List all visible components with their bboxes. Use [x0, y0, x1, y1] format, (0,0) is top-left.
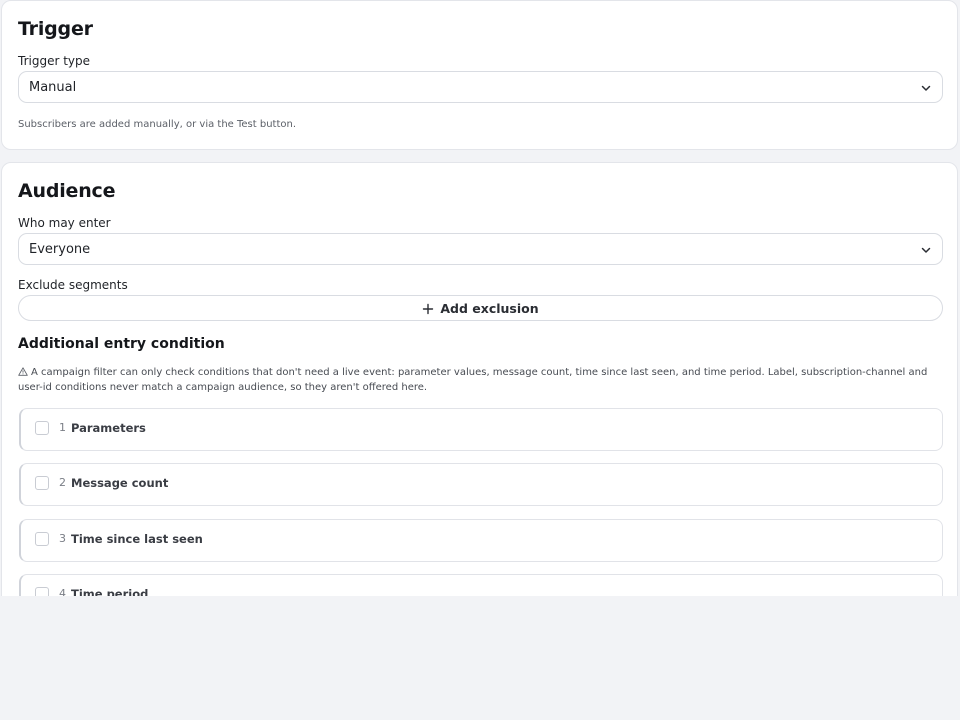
- condition-label: Message count: [71, 476, 169, 490]
- trigger-card: Trigger Trigger type Manual Subscribers …: [1, 0, 958, 150]
- audience-title: Audience: [18, 180, 116, 202]
- condition-checkbox[interactable]: [35, 476, 49, 490]
- condition-number: 4: [59, 587, 66, 596]
- audience-card: Audience Who may enter Everyone Exclude …: [1, 162, 958, 596]
- condition-checkbox[interactable]: [35, 587, 49, 596]
- condition-number: 1: [59, 421, 66, 434]
- condition-checkbox[interactable]: [35, 421, 49, 435]
- condition-row-parameters[interactable]: 1 Parameters: [19, 408, 943, 451]
- add-exclusion-label: Add exclusion: [440, 301, 539, 316]
- condition-label: Parameters: [71, 421, 146, 435]
- who-may-enter-value: Everyone: [29, 242, 91, 257]
- plus-icon: [423, 303, 434, 314]
- condition-row-time-period[interactable]: 4 Time period: [19, 574, 943, 596]
- condition-label: Time period: [71, 587, 149, 596]
- entry-condition-heading: Additional entry condition: [18, 336, 225, 352]
- who-may-enter-label: Who may enter: [18, 216, 111, 230]
- chevron-down-icon: [921, 247, 931, 253]
- who-may-enter-select[interactable]: Everyone: [18, 233, 943, 265]
- exclude-segments-label: Exclude segments: [18, 278, 128, 292]
- trigger-helper-text: Subscribers are added manually, or via t…: [18, 119, 297, 130]
- campaign-filter-warning: A campaign filter can only check conditi…: [18, 365, 943, 395]
- trigger-type-select[interactable]: Manual: [18, 71, 943, 103]
- chevron-down-icon: [921, 85, 931, 91]
- condition-checkbox[interactable]: [35, 532, 49, 546]
- trigger-type-value: Manual: [29, 80, 77, 95]
- condition-row-message-count[interactable]: 2 Message count: [19, 463, 943, 506]
- warning-triangle-icon: [18, 367, 28, 376]
- trigger-title: Trigger: [18, 18, 93, 40]
- add-exclusion-button[interactable]: Add exclusion: [18, 295, 943, 321]
- page-viewport: Trigger Trigger type Manual Subscribers …: [0, 0, 960, 596]
- condition-label: Time since last seen: [71, 532, 203, 546]
- warning-text: A campaign filter can only check conditi…: [18, 367, 928, 393]
- trigger-type-label: Trigger type: [18, 54, 91, 68]
- condition-number: 2: [59, 476, 66, 489]
- condition-number: 3: [59, 532, 66, 545]
- condition-row-time-since-last-seen[interactable]: 3 Time since last seen: [19, 519, 943, 562]
